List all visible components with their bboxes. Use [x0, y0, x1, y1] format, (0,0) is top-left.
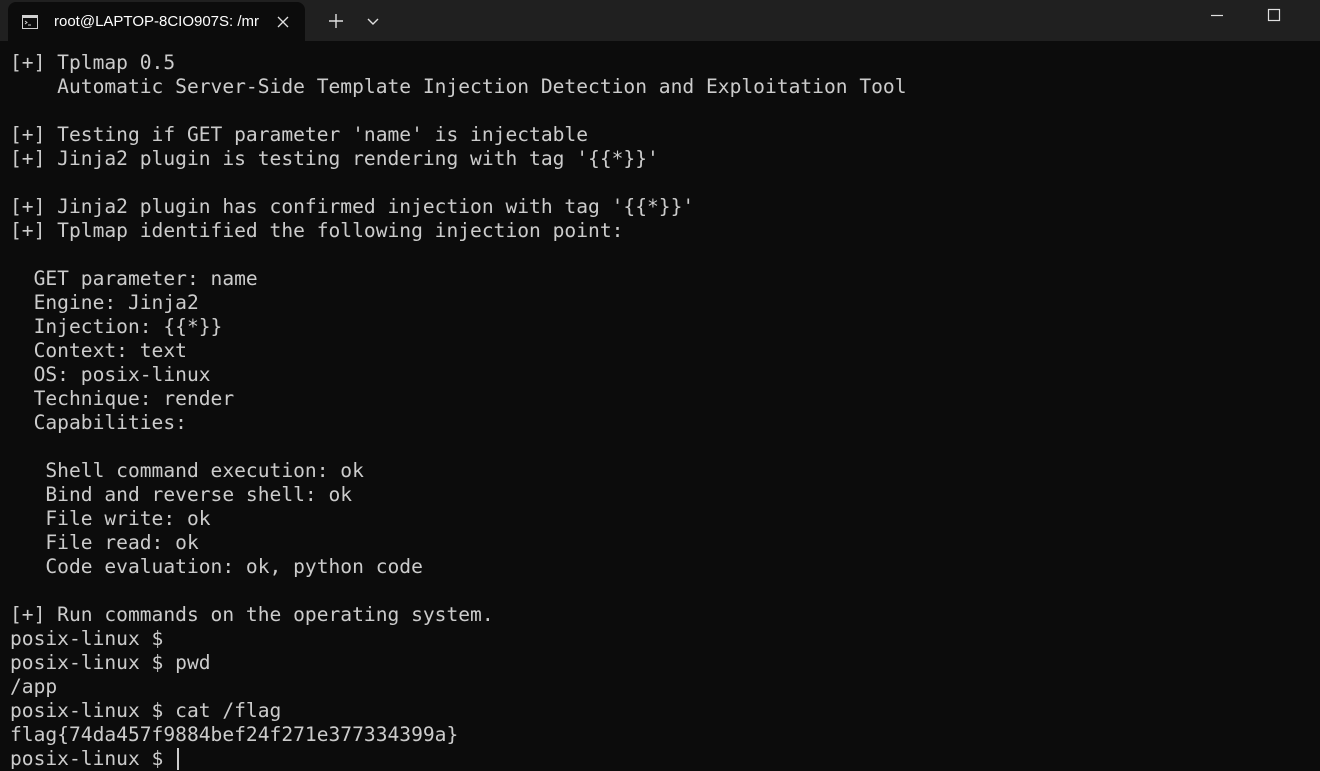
title-bar: root@LAPTOP-8CIO907S: /mr [0, 0, 1320, 41]
close-icon[interactable] [274, 13, 292, 31]
terminal-tab[interactable]: root@LAPTOP-8CIO907S: /mr [8, 2, 305, 41]
new-tab-button[interactable] [318, 8, 354, 34]
terminal-pane[interactable]: [+] Tplmap 0.5 Automatic Server-Side Tem… [0, 41, 1320, 771]
terminal-output: [+] Tplmap 0.5 Automatic Server-Side Tem… [10, 51, 907, 770]
chevron-down-icon[interactable] [358, 8, 388, 34]
tab-title: root@LAPTOP-8CIO907S: /mr [54, 13, 260, 30]
maximize-icon[interactable] [1252, 0, 1296, 32]
minimize-icon[interactable] [1195, 0, 1239, 32]
text-cursor [177, 748, 179, 770]
terminal-window: root@LAPTOP-8CIO907S: /mr [+] Tplmap 0.5… [0, 0, 1320, 771]
terminal-icon [22, 14, 38, 29]
